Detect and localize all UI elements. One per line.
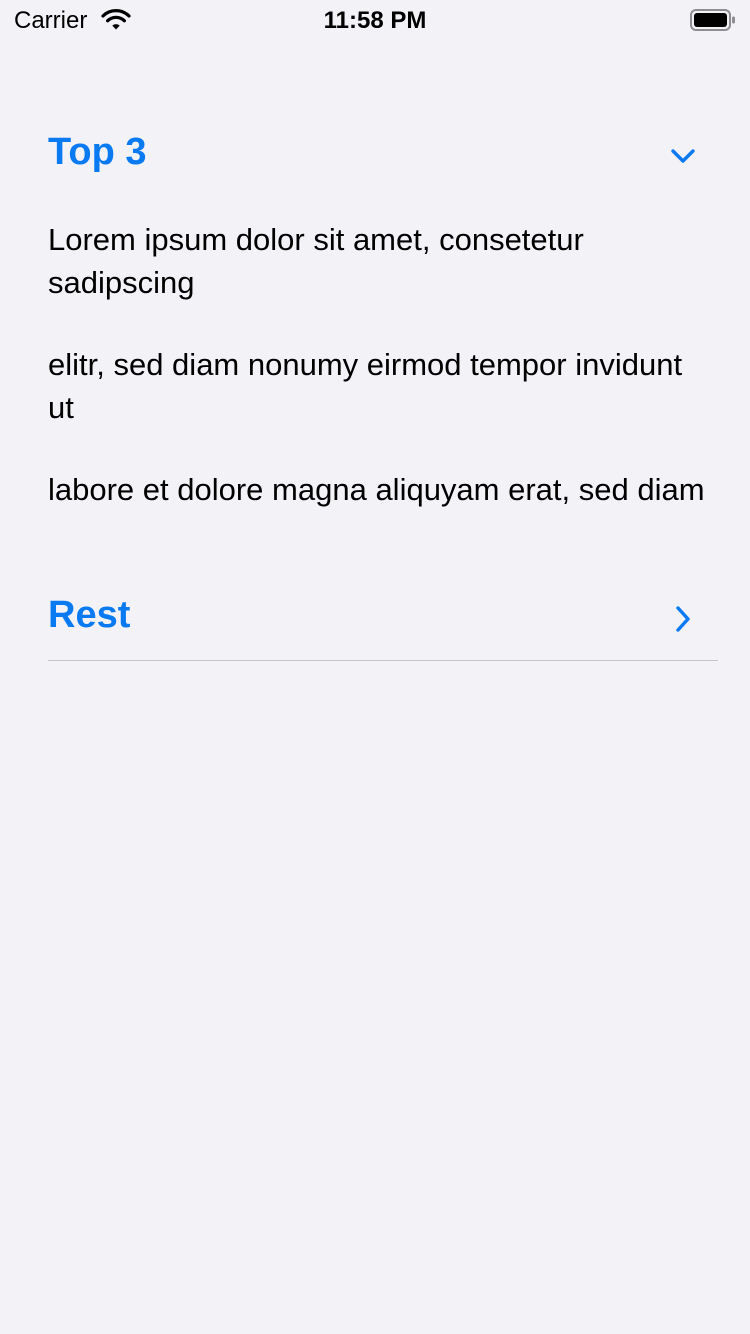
status-bar: Carrier 11:58 PM — [0, 0, 750, 40]
list-item: labore et dolore magna aliquyam erat, se… — [48, 472, 705, 507]
clock: 11:58 PM — [323, 7, 427, 34]
battery-icon — [690, 9, 735, 31]
section-items-top-3: Lorem ipsum dolor sit amet, consetetur s… — [48, 218, 708, 550]
chevron-right-icon — [676, 606, 690, 632]
section-title-rest: Rest — [48, 594, 131, 636]
chevron-down-icon — [671, 149, 695, 163]
section-divider — [48, 660, 718, 661]
list-item: elitr, sed diam nonumy eirmod tempor inv… — [48, 347, 683, 425]
section-header-top-3[interactable]: Top 3 — [48, 125, 718, 185]
section-header-rest[interactable]: Rest — [48, 588, 718, 648]
list-item: Lorem ipsum dolor sit amet, consetetur s… — [48, 222, 584, 300]
section-title-top-3: Top 3 — [48, 131, 147, 173]
